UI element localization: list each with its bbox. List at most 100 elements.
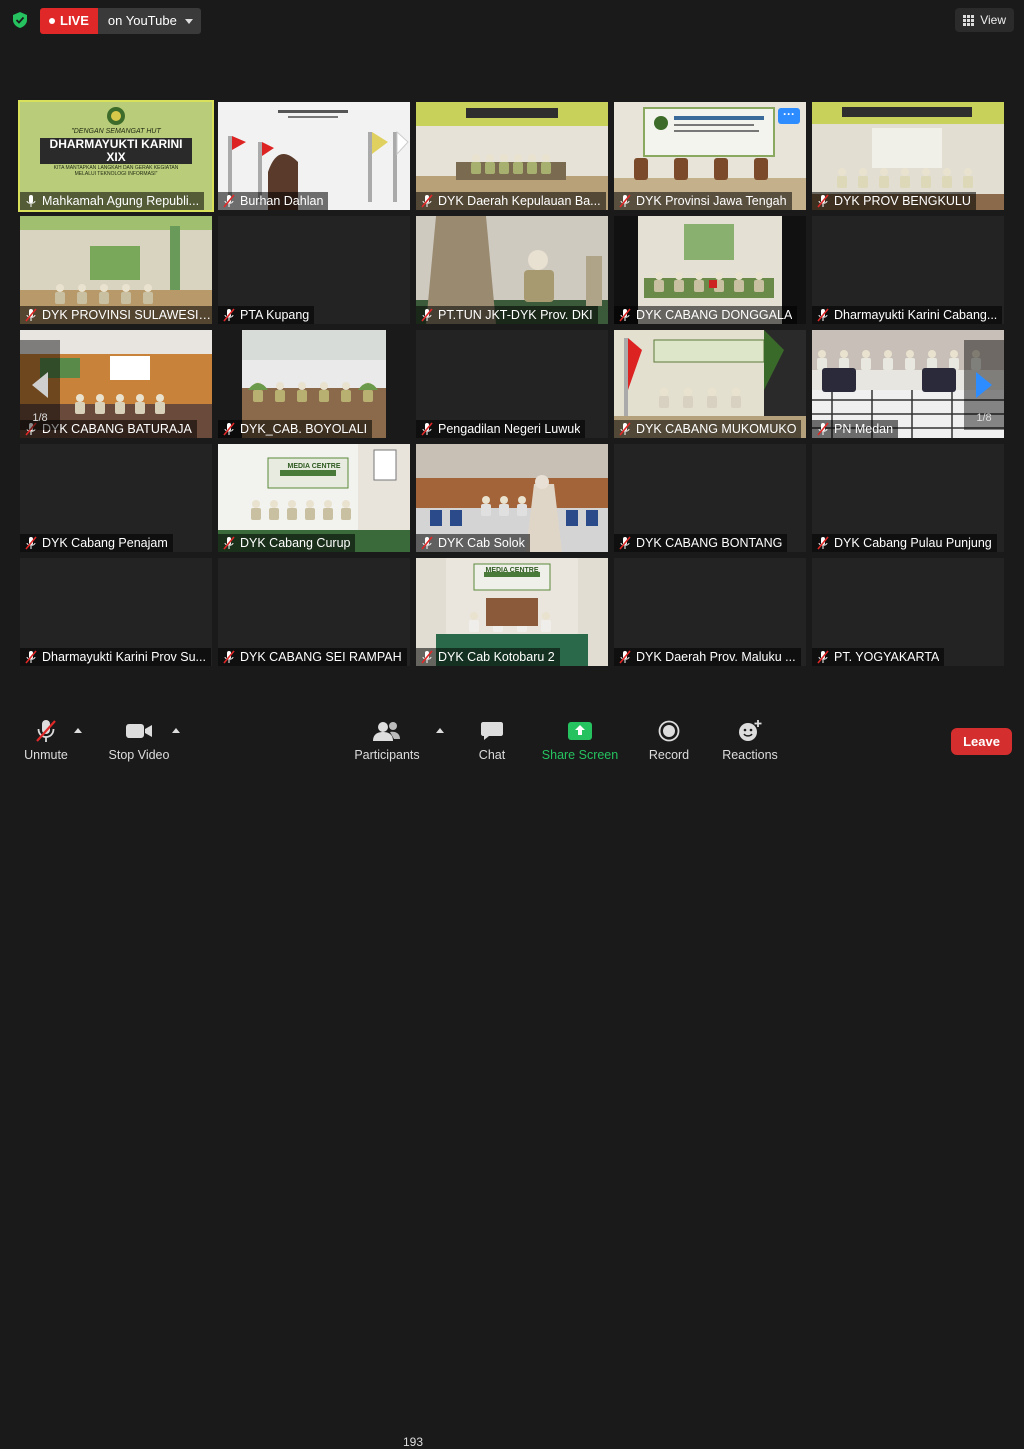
reactions-button[interactable]: Reactions bbox=[721, 718, 779, 766]
participant-name: DYK Cabang Pulau Punjung bbox=[834, 536, 992, 550]
participant-tile[interactable]: DYK Daerah Kepulauan Ba... bbox=[416, 102, 608, 210]
muted-mic-icon bbox=[817, 422, 829, 436]
participant-tile[interactable]: PT.TUN JKT-DYK Prov. DKI bbox=[416, 216, 608, 324]
participant-tile[interactable]: PTA Kupang bbox=[218, 216, 410, 324]
page-indicator-left: 1/8 bbox=[32, 412, 48, 424]
microphone-icon bbox=[26, 195, 36, 207]
encryption-shield-icon[interactable] bbox=[11, 11, 29, 29]
record-label: Record bbox=[648, 748, 690, 762]
participant-name-tag: Pengadilan Negeri Luwuk bbox=[416, 420, 586, 438]
stream-target-dropdown[interactable]: on YouTube bbox=[97, 8, 201, 34]
participant-name: DYK CABANG SEI RAMPAH bbox=[240, 650, 402, 664]
record-button[interactable]: Record bbox=[646, 718, 692, 766]
muted-mic-icon bbox=[223, 308, 235, 322]
participant-name: DYK Cabang Penajam bbox=[42, 536, 168, 550]
participant-name: PN Medan bbox=[834, 422, 894, 436]
live-badge[interactable]: LIVE bbox=[40, 8, 98, 34]
participant-name-tag: PTA Kupang bbox=[218, 306, 315, 324]
more-options-icon[interactable]: ··· bbox=[778, 108, 800, 124]
participant-name: Dharmayukti Karini Cabang... bbox=[834, 308, 998, 322]
participant-tile[interactable]: DYK PROVINSI SULAWESI T... bbox=[20, 216, 212, 324]
participant-tile[interactable]: DYK Cabang Pulau Punjung bbox=[812, 444, 1004, 552]
participant-name: PT.TUN JKT-DYK Prov. DKI bbox=[438, 308, 593, 322]
participant-tile[interactable]: "DENGAN SEMANGAT HUT DHARMAYUKTI KARINI … bbox=[18, 100, 214, 212]
muted-mic-icon bbox=[817, 308, 829, 322]
participant-name: PT. YOGYAKARTA bbox=[834, 650, 940, 664]
participant-name: PTA Kupang bbox=[240, 308, 310, 322]
previous-page-button[interactable]: 1/8 bbox=[20, 340, 60, 430]
next-page-button[interactable]: 1/8 bbox=[964, 340, 1004, 430]
participant-tile[interactable]: DYK CABANG DONGGALA bbox=[614, 216, 806, 324]
participant-name: DYK Cab Kotobaru 2 bbox=[438, 650, 555, 664]
participant-name-tag: DYK PROV BENGKULU bbox=[812, 192, 976, 210]
muted-mic-icon bbox=[619, 422, 631, 436]
participant-count: 193 bbox=[403, 1435, 424, 1449]
reactions-label: Reactions bbox=[722, 748, 778, 762]
arrow-right-icon bbox=[976, 372, 992, 398]
media-centre-sign: MEDIA CENTRE bbox=[485, 567, 539, 574]
participant-tile[interactable]: DYK Cabang Penajam bbox=[20, 444, 212, 552]
muted-microphone-icon bbox=[34, 718, 58, 744]
participant-name-tag: DYK Cab Solok bbox=[416, 534, 530, 552]
participant-name-tag: DYK CABANG BONTANG bbox=[614, 534, 788, 552]
participants-icon bbox=[372, 718, 402, 744]
participant-name-tag: DYK Daerah Kepulauan Ba... bbox=[416, 192, 606, 210]
live-stream-control[interactable]: LIVE on YouTube bbox=[40, 8, 201, 34]
video-options-chevron-icon[interactable] bbox=[172, 728, 180, 733]
participant-tile[interactable]: MEDIA CENTRE DYK Cabang Curup bbox=[218, 444, 410, 552]
chevron-down-icon bbox=[184, 18, 193, 24]
share-screen-button[interactable]: Share Screen bbox=[542, 718, 618, 766]
muted-mic-icon bbox=[817, 650, 829, 664]
participant-tile[interactable]: DYK CABANG SEI RAMPAH bbox=[218, 558, 410, 666]
muted-mic-icon bbox=[223, 536, 235, 550]
participant-name-tag: PT. YOGYAKARTA bbox=[812, 648, 945, 666]
banner-line-4: MELALUI TEKNOLOGI INFORMASI" bbox=[74, 170, 158, 177]
participant-tile[interactable]: Dharmayukti Karini Cabang... bbox=[812, 216, 1004, 324]
muted-mic-icon bbox=[421, 308, 433, 322]
participant-tile[interactable]: DYK_CAB. BOYOLALI bbox=[218, 330, 410, 438]
participant-name-tag: DYK Daerah Prov. Maluku ... bbox=[614, 648, 801, 666]
participant-name-tag: DYK_CAB. BOYOLALI bbox=[218, 420, 373, 438]
participant-name: DYK_CAB. BOYOLALI bbox=[240, 422, 368, 436]
participant-tile[interactable]: DYK Cab Solok bbox=[416, 444, 608, 552]
muted-mic-icon bbox=[421, 422, 433, 436]
muted-mic-icon bbox=[619, 308, 631, 322]
banner-text: "DENGAN SEMANGAT HUT DHARMAYUKTI KARINI … bbox=[20, 128, 212, 177]
unmute-button[interactable]: Unmute bbox=[22, 718, 70, 766]
participant-tile[interactable]: Pengadilan Negeri Luwuk bbox=[416, 330, 608, 438]
participant-name: Pengadilan Negeri Luwuk bbox=[438, 422, 581, 436]
chat-button[interactable]: Chat bbox=[470, 718, 514, 766]
participants-options-chevron-icon[interactable] bbox=[436, 728, 444, 733]
participant-name-tag: DYK CABANG SEI RAMPAH bbox=[218, 648, 407, 666]
participant-tile[interactable]: ··· DYK Provinsi Jawa Tengah bbox=[614, 102, 806, 210]
participant-name-tag: DYK Cab Kotobaru 2 bbox=[416, 648, 560, 666]
participant-tile[interactable]: DYK Daerah Prov. Maluku ... bbox=[614, 558, 806, 666]
participant-name: DYK CABANG DONGGALA bbox=[636, 308, 793, 322]
participant-name-tag: DYK CABANG MUKOMUKO bbox=[614, 420, 802, 438]
muted-mic-icon bbox=[619, 536, 631, 550]
participant-tile[interactable]: DYK CABANG MUKOMUKO bbox=[614, 330, 806, 438]
stop-video-button[interactable]: Stop Video bbox=[104, 718, 174, 766]
participant-tile[interactable]: Dharmayukti Karini Prov Su... bbox=[20, 558, 212, 666]
participant-name: DYK Daerah Kepulauan Ba... bbox=[438, 194, 601, 208]
arrow-left-icon bbox=[32, 372, 48, 398]
participant-name: DYK PROVINSI SULAWESI T... bbox=[42, 308, 212, 322]
view-button[interactable]: View bbox=[955, 8, 1014, 32]
muted-mic-icon bbox=[223, 422, 235, 436]
stop-video-label: Stop Video bbox=[108, 748, 170, 762]
participant-name-tag: Burhan Dahlan bbox=[218, 192, 329, 210]
media-centre-sign: MEDIA CENTRE bbox=[287, 463, 341, 470]
participant-tile[interactable]: DYK CABANG BONTANG bbox=[614, 444, 806, 552]
participant-tile[interactable]: DYK PROV BENGKULU bbox=[812, 102, 1004, 210]
participant-name: Burhan Dahlan bbox=[240, 194, 324, 208]
audio-options-chevron-icon[interactable] bbox=[74, 728, 82, 733]
gallery-grid-icon bbox=[963, 14, 975, 26]
muted-mic-icon bbox=[817, 536, 829, 550]
record-icon bbox=[658, 718, 680, 744]
participant-name: Dharmayukti Karini Prov Su... bbox=[42, 650, 206, 664]
participant-tile[interactable]: MEDIA CENTRE DYK Cab Kotobaru 2 bbox=[416, 558, 608, 666]
participants-button[interactable]: Participants bbox=[352, 718, 422, 766]
participant-tile[interactable]: Burhan Dahlan bbox=[218, 102, 410, 210]
participant-tile[interactable]: PT. YOGYAKARTA bbox=[812, 558, 1004, 666]
leave-button[interactable]: Leave bbox=[951, 728, 1012, 755]
